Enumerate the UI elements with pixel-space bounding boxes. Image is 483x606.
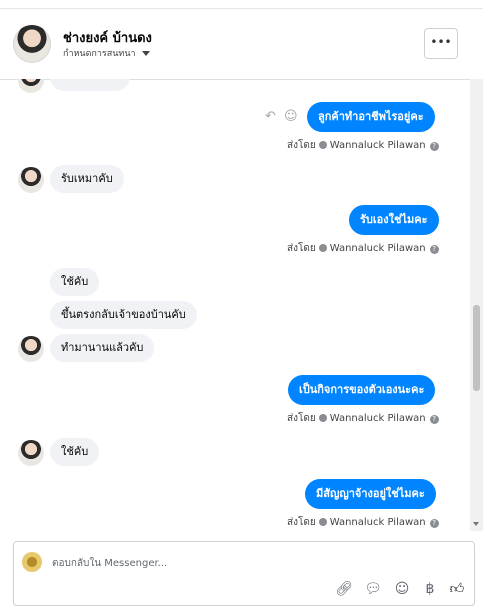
scrollbar[interactable]: [470, 79, 483, 531]
sent-by-label: ส่งโดย Wannaluck Pilawan?: [287, 138, 439, 153]
help-icon[interactable]: ?: [429, 142, 439, 151]
message-bubble[interactable]: รับเหมาคับ: [50, 165, 124, 193]
sent-by-label: ส่งโดย Wannaluck Pilawan?: [287, 241, 439, 256]
message-bubble[interactable]: รับเองใช่ไมคะ: [349, 205, 439, 235]
page-avatar: [22, 552, 42, 572]
sent-by-prefix: ส่งโดย: [287, 517, 316, 528]
avatar[interactable]: [13, 25, 51, 63]
message-bubble[interactable]: ขึ้นตรงกลับเจ้าของบ้านคับ: [50, 301, 197, 329]
agent-name: Wannaluck Pilawan: [329, 413, 426, 424]
agent-name: Wannaluck Pilawan: [329, 517, 426, 528]
message-bubble[interactable]: ทำมานานแล้วคับ: [50, 334, 155, 362]
sent-by-prefix: ส่งโดย: [287, 243, 316, 254]
avatar: [18, 336, 44, 362]
subtitle-label: กำหนดการสนทนา: [63, 49, 136, 59]
sent-by-prefix: ส่งโดย: [287, 413, 316, 424]
message-bubble[interactable]: มีสัญญาจ้างอยู่ใช่ไมคะ: [305, 479, 436, 509]
emoji-icon[interactable]: ☺: [392, 579, 412, 599]
help-icon[interactable]: ?: [429, 519, 439, 528]
check-icon: [318, 414, 327, 422]
message-actions: ↶ ☺: [265, 109, 298, 124]
avatar: [18, 167, 44, 193]
contact-name[interactable]: ช่างยงค์ บ้านดง: [63, 27, 152, 48]
avatar: [18, 440, 44, 466]
message-bubble[interactable]: ใช้คับ: [50, 268, 100, 296]
schedule-conversation-dropdown[interactable]: กำหนดการสนทนา: [63, 46, 150, 60]
check-icon: [318, 244, 327, 252]
scrollbar-thumb[interactable]: [473, 305, 480, 391]
emoji-icon[interactable]: ☺: [284, 109, 298, 124]
message-bubble[interactable]: ลูกค้าทำอาชีพไรอยู่คะ: [307, 102, 435, 132]
sent-by-label: ส่งโดย Wannaluck Pilawan?: [287, 515, 439, 530]
more-options-button[interactable]: •••: [424, 28, 458, 59]
sent-by-label: ส่งโดย Wannaluck Pilawan?: [287, 411, 439, 426]
message-bubble[interactable]: เป็นกิจการของตัวเองนะคะ: [288, 375, 436, 405]
message-bubble[interactable]: [50, 79, 130, 91]
sticker-icon[interactable]: 💬︎: [363, 579, 383, 599]
message-list[interactable]: ↶ ☺ ลูกค้าทำอาชีพไรอยู่คะ ส่งโดย Wannaluc…: [0, 79, 470, 531]
message-composer: ตอบกลับใน Messenger... 🔗︎ 💬︎ ☺ ฿ 👍︎: [13, 541, 475, 606]
check-icon: [318, 141, 327, 149]
conversation-header: ช่างยงค์ บ้านดง กำหนดการสนทนา •••: [0, 8, 483, 80]
more-icon: •••: [430, 35, 452, 49]
avatar: [18, 79, 44, 93]
agent-name: Wannaluck Pilawan: [329, 243, 426, 254]
message-bubble[interactable]: ใช้คับ: [50, 438, 100, 466]
chevron-down-icon: [141, 51, 150, 56]
scroll-down-icon[interactable]: [473, 522, 479, 526]
messenger-panel: ช่างยงค์ บ้านดง กำหนดการสนทนา ••• ↶ ☺ ลู…: [0, 0, 483, 606]
sent-by-prefix: ส่งโดย: [287, 140, 316, 151]
agent-name: Wannaluck Pilawan: [329, 140, 426, 151]
help-icon[interactable]: ?: [429, 245, 439, 254]
help-icon[interactable]: ?: [429, 415, 439, 424]
attach-icon[interactable]: 🔗︎: [334, 579, 354, 599]
reply-input[interactable]: ตอบกลับใน Messenger...: [52, 556, 167, 571]
reply-icon[interactable]: ↶: [265, 109, 276, 124]
baht-icon[interactable]: ฿: [420, 579, 440, 599]
like-icon[interactable]: 👍︎: [447, 579, 467, 599]
check-icon: [318, 518, 327, 526]
